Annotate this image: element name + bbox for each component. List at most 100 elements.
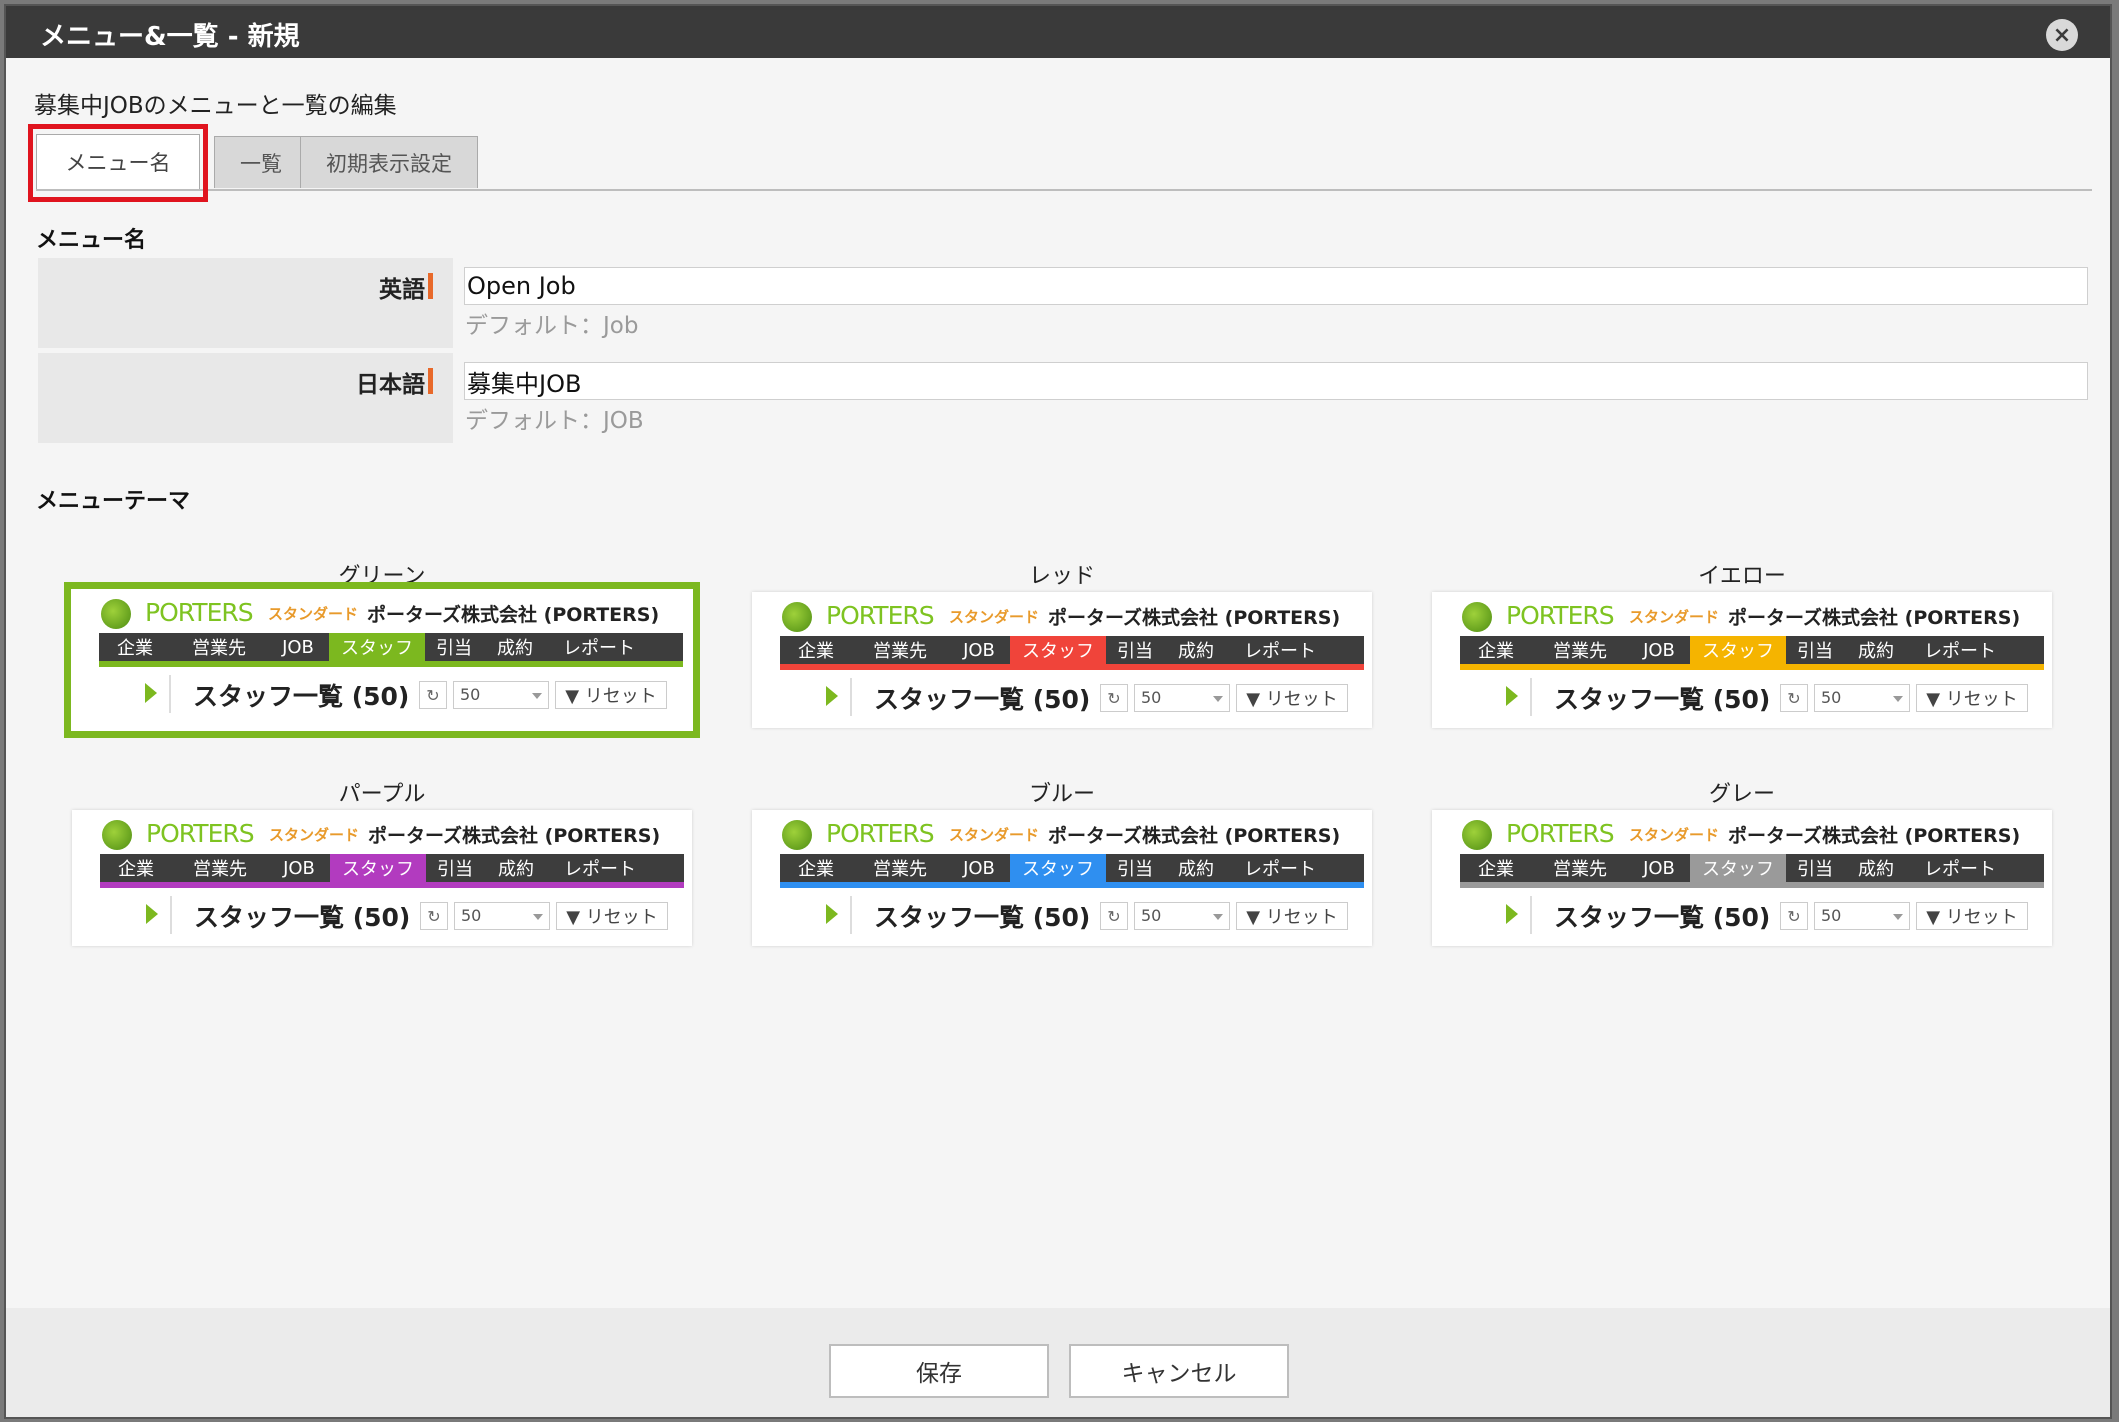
preview-brand: PORTERS — [826, 601, 935, 630]
preview-nav-item: スタッフ — [1690, 636, 1786, 664]
porters-logo-icon — [102, 820, 132, 850]
preview-divider — [850, 678, 852, 716]
preview-nav-item: 企業 — [1478, 641, 1514, 662]
preview-nav-bar: 企業 営業先 JOB スタッフ 引当 成約 レポート — [780, 854, 1364, 882]
theme-preview-red[interactable]: PORTERS スタンダード ポーターズ株式会社 (PORTERS) 企業 営業先 JOB… — [752, 592, 1372, 728]
english-default-hint: デフォルト：Job — [465, 313, 639, 339]
preview-nav-item: レポート — [1924, 859, 1996, 880]
porters-logo-icon — [101, 599, 131, 629]
dialog-subtitle: 募集中JOBのメニューと一覧の編集 — [34, 93, 397, 119]
preview-nav-item: JOB — [963, 857, 995, 879]
preview-company: ポーターズ株式会社 (PORTERS) — [1048, 825, 1341, 847]
preview-nav-item: JOB — [1643, 857, 1675, 879]
preview-nav-item: 引当 — [1117, 859, 1153, 880]
preview-nav-item: 成約 — [1178, 859, 1214, 880]
preview-brand: PORTERS — [1506, 819, 1615, 848]
preview-nav-item: レポート — [563, 638, 635, 659]
preview-edition: スタンダード — [949, 608, 1040, 626]
preview-company: ポーターズ株式会社 (PORTERS) — [367, 604, 660, 626]
theme-label-blue: ブルー — [1028, 782, 1095, 807]
preview-edition: スタンダード — [268, 605, 359, 623]
preview-nav-bar: 企業 営業先 JOB スタッフ 引当 成約 レポート — [1460, 636, 2044, 664]
preview-nav-item: 成約 — [1858, 859, 1894, 880]
preview-nav-item: JOB — [963, 639, 995, 661]
preview-nav-item: レポート — [1244, 641, 1316, 662]
required-mark — [428, 368, 433, 394]
play-icon — [1506, 686, 1518, 706]
play-icon — [1506, 904, 1518, 924]
tab-initial-display[interactable]: 初期表示設定 — [300, 136, 478, 188]
preview-brand: PORTERS — [146, 819, 255, 848]
preview-nav-item: 営業先 — [1553, 859, 1607, 880]
theme-preview-yellow[interactable]: PORTERS スタンダード ポーターズ株式会社 (PORTERS) 企業 営業先 JOB… — [1432, 592, 2052, 728]
preview-list-title: スタッフ一覧 (50) — [1554, 685, 1771, 714]
refresh-icon: ↻ — [1100, 684, 1128, 712]
chevron-down-icon — [533, 914, 543, 920]
preview-reset: ▼ リセット — [1236, 902, 1348, 930]
preview-list-title: スタッフ一覧 (50) — [193, 682, 410, 711]
preview-reset: ▼ リセット — [1236, 684, 1348, 712]
preview-nav-bar: 企業 営業先 JOB スタッフ 引当 成約 レポート — [780, 636, 1364, 664]
english-name-input[interactable] — [464, 267, 2088, 305]
porters-logo-icon — [1462, 602, 1492, 632]
preview-nav-item: 成約 — [1178, 641, 1214, 662]
cancel-button[interactable]: キャンセル — [1069, 1344, 1289, 1398]
theme-label-purple: パープル — [338, 782, 426, 807]
preview-accent-bar — [99, 661, 683, 667]
play-icon — [826, 686, 838, 706]
preview-divider — [1530, 678, 1532, 716]
preview-nav-item: 企業 — [118, 859, 154, 880]
preview-nav-item: 引当 — [436, 638, 472, 659]
preview-nav-item: 成約 — [497, 638, 533, 659]
preview-nav-item: 営業先 — [873, 859, 927, 880]
porters-logo-icon — [782, 820, 812, 850]
preview-page-size: 50 — [453, 681, 549, 709]
preview-content: PORTERS スタンダード ポーターズ株式会社 (PORTERS) 企業 営業先 JOB… — [72, 810, 692, 946]
japanese-label-cell: 日本語 — [38, 353, 453, 443]
preview-nav-item: スタッフ — [1010, 854, 1106, 882]
porters-logo-icon — [782, 602, 812, 632]
tab-bar: メニュー名 一覧 初期表示設定 — [36, 130, 2092, 191]
chevron-down-icon — [1893, 696, 1903, 702]
japanese-name-input[interactable] — [464, 362, 2088, 400]
preview-reset: ▼ リセット — [1916, 684, 2028, 712]
preview-nav-item: 営業先 — [1553, 641, 1607, 662]
preview-nav-bar: 企業 営業先 JOB スタッフ 引当 成約 レポート — [99, 633, 683, 661]
close-icon[interactable]: × — [2046, 19, 2078, 51]
preview-nav-item: レポート — [1924, 641, 1996, 662]
preview-nav-item: 成約 — [1858, 641, 1894, 662]
preview-nav-item: スタッフ — [1690, 854, 1786, 882]
preview-nav-item: 成約 — [498, 859, 534, 880]
preview-divider — [169, 675, 171, 713]
preview-accent-bar — [1460, 664, 2044, 670]
theme-preview-purple[interactable]: PORTERS スタンダード ポーターズ株式会社 (PORTERS) 企業 営業先 JOB… — [72, 810, 692, 946]
save-button[interactable]: 保存 — [829, 1344, 1049, 1398]
preview-divider — [1530, 896, 1532, 934]
theme-preview-blue[interactable]: PORTERS スタンダード ポーターズ株式会社 (PORTERS) 企業 営業先 JOB… — [752, 810, 1372, 946]
refresh-icon: ↻ — [1780, 902, 1808, 930]
preview-accent-bar — [100, 882, 684, 888]
theme-preview-gray[interactable]: PORTERS スタンダード ポーターズ株式会社 (PORTERS) 企業 営業先 JOB… — [1432, 810, 2052, 946]
preview-company: ポーターズ株式会社 (PORTERS) — [1728, 825, 2021, 847]
chevron-down-icon — [1213, 914, 1223, 920]
required-mark — [428, 273, 433, 299]
play-icon — [146, 904, 158, 924]
tab-menu-name[interactable]: メニュー名 — [36, 134, 200, 189]
porters-logo-icon — [1462, 820, 1492, 850]
preview-nav-item: JOB — [1643, 639, 1675, 661]
tab-list[interactable]: 一覧 — [214, 136, 308, 188]
dialog-titlebar: メニュー&一覧 - 新規 × — [6, 6, 2110, 58]
preview-accent-bar — [780, 664, 1364, 670]
preview-nav-item: 営業先 — [873, 641, 927, 662]
menu-theme-section-title: メニューテーマ — [36, 489, 191, 514]
preview-page-size-value: 50 — [1821, 688, 1842, 707]
theme-preview-green[interactable]: PORTERS スタンダード ポーターズ株式会社 (PORTERS) 企業 営業先 JOB… — [64, 582, 700, 738]
preview-brand: PORTERS — [1506, 601, 1615, 630]
preview-nav-item: 引当 — [1117, 641, 1153, 662]
preview-nav-item: JOB — [282, 636, 314, 658]
preview-brand: PORTERS — [145, 598, 254, 627]
theme-label-red: レッド — [1028, 564, 1095, 589]
preview-edition: スタンダード — [1629, 608, 1720, 626]
preview-accent-bar — [780, 882, 1364, 888]
preview-nav-item: レポート — [1244, 859, 1316, 880]
